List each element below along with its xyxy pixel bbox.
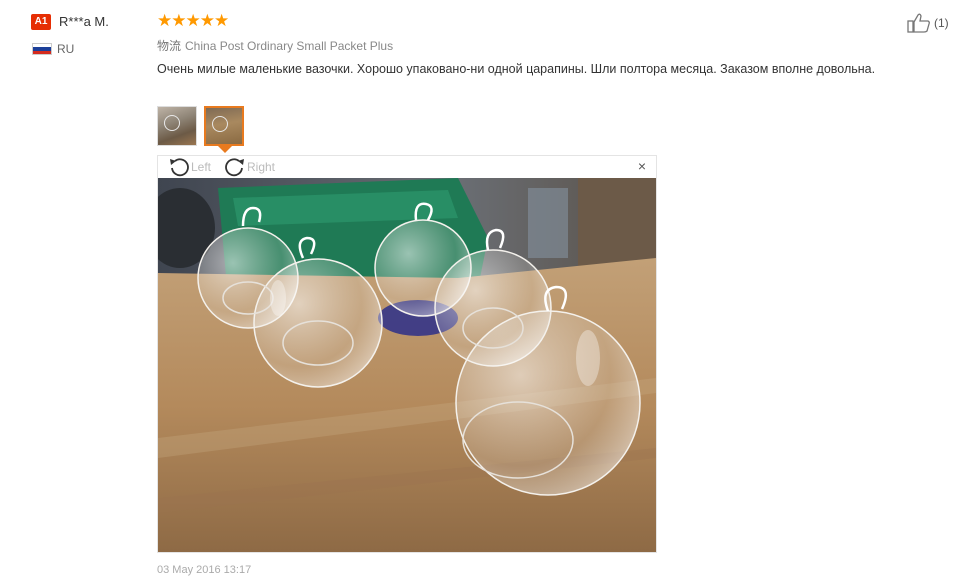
thumbs-up-icon [907,13,930,33]
photo-viewer: Left Right × [157,155,657,553]
review-date: 03 May 2016 13:17 [157,564,252,576]
selected-thumbnail-pointer [218,146,232,153]
viewer-toolbar: Left Right × [158,156,656,178]
rotate-right-button[interactable]: Right [224,157,275,177]
rotate-right-icon [225,158,244,177]
rotate-right-label: Right [247,160,276,174]
close-viewer-button[interactable]: × [638,159,646,173]
helpful-count: (1) [934,16,949,30]
review-photo-thumbnail-2[interactable] [204,106,244,146]
helpful-button[interactable]: (1) [907,13,949,33]
review-text: Очень милые маленькие вазочки. Хорошо уп… [157,62,876,76]
star-rating: ★★★★★ [157,11,229,30]
review-photo [158,178,656,552]
reviewer-country: RU [57,42,75,56]
rotate-left-label: Left [191,160,212,174]
review-photo-thumbnail-1[interactable] [157,106,197,146]
rotate-left-icon [170,158,189,177]
reviewer-level-badge: A1 [31,14,51,30]
russia-flag-icon [32,43,52,55]
shipping-info: 物流 China Post Ordinary Small Packet Plus [157,37,393,54]
reviewer-name: R***a M. [59,14,109,29]
shipping-method: China Post Ordinary Small Packet Plus [185,39,394,53]
rotate-left-button[interactable]: Left [168,157,211,177]
shipping-label: 物流 [157,39,182,53]
